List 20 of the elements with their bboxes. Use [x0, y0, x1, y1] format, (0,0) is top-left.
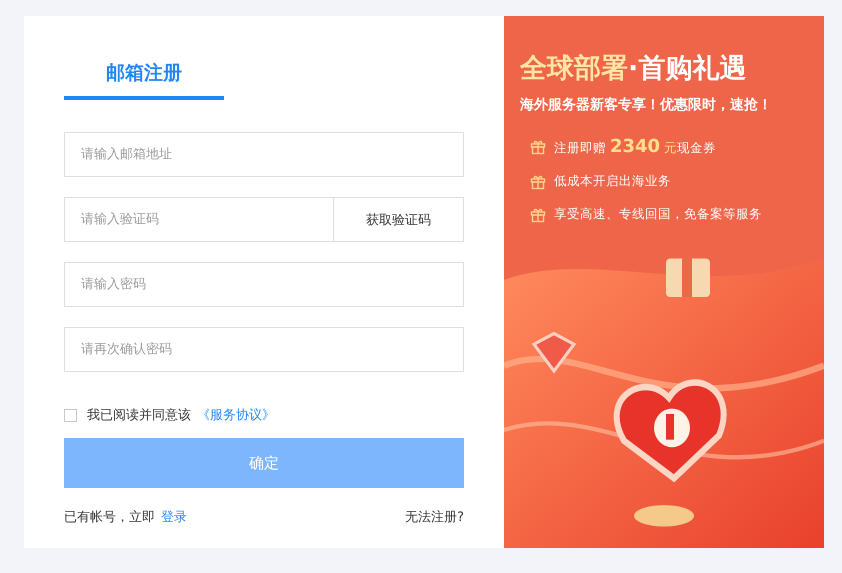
input-field[interactable]: 请输入邮箱地址: [64, 132, 464, 177]
tab[interactable]: 邮箱注册: [64, 56, 224, 100]
perk-text: 享受高速、专线回国，免备案等服务: [554, 206, 762, 223]
input-field[interactable]: 请输入验证码: [64, 197, 334, 242]
gift-icon: [530, 138, 546, 154]
perk-text: 低成本开启出海业务: [554, 173, 671, 190]
promo-subtitle: 海外服务器新客专享！优惠限时，速抢！: [520, 96, 772, 114]
agreement-link[interactable]: 《服务协议》: [197, 406, 275, 424]
input-field[interactable]: 请输入密码: [64, 262, 464, 307]
agreement-text: 我已阅读并同意该: [87, 407, 191, 424]
login-prompt: 已有帐号，立即: [64, 509, 155, 526]
input-field[interactable]: 请再次确认密码: [64, 327, 464, 372]
gift-icon: [530, 206, 546, 222]
get-code-button[interactable]: 获取验证码: [334, 197, 464, 242]
gift-icon: [530, 174, 546, 190]
perk-text: 注册即赠 2340 元现金券: [554, 136, 716, 157]
promo-title: 全球部署·首购礼遇: [520, 52, 746, 86]
checkbox[interactable]: [64, 408, 77, 422]
login-link[interactable]: 登录: [161, 508, 187, 526]
help-link[interactable]: 无法注册?: [405, 508, 464, 526]
